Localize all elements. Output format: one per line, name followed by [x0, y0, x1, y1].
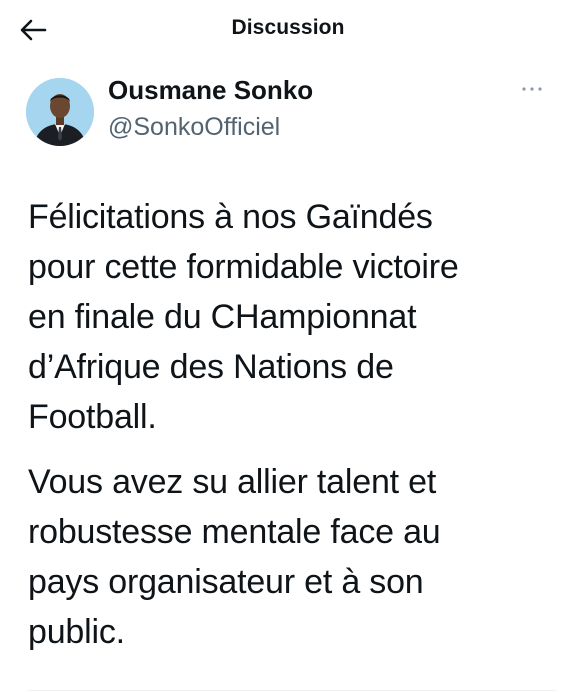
- divider: [28, 690, 556, 691]
- profile-photo-icon: [26, 78, 94, 146]
- tweet-author-row: Ousmane Sonko @SonkoOfficiel: [26, 72, 556, 152]
- author-name[interactable]: Ousmane Sonko: [108, 75, 313, 106]
- top-bar: Discussion: [0, 0, 576, 60]
- more-options-button[interactable]: [520, 80, 544, 98]
- more-dots-icon: [522, 87, 542, 91]
- avatar[interactable]: [26, 78, 94, 146]
- tweet-text: Félicitations à nos Gaïndés pour cette f…: [28, 192, 558, 657]
- tweet-detail-screen: Discussion Ousmane Sonko @SonkoOfficiel: [0, 0, 576, 692]
- author-handle[interactable]: @SonkoOfficiel: [108, 113, 280, 142]
- page-title: Discussion: [231, 16, 345, 39]
- tweet-paragraph: Vous avez su allier talent et robustesse…: [28, 463, 441, 651]
- tweet-paragraph: Félicitations à nos Gaïndés pour cette f…: [28, 198, 459, 436]
